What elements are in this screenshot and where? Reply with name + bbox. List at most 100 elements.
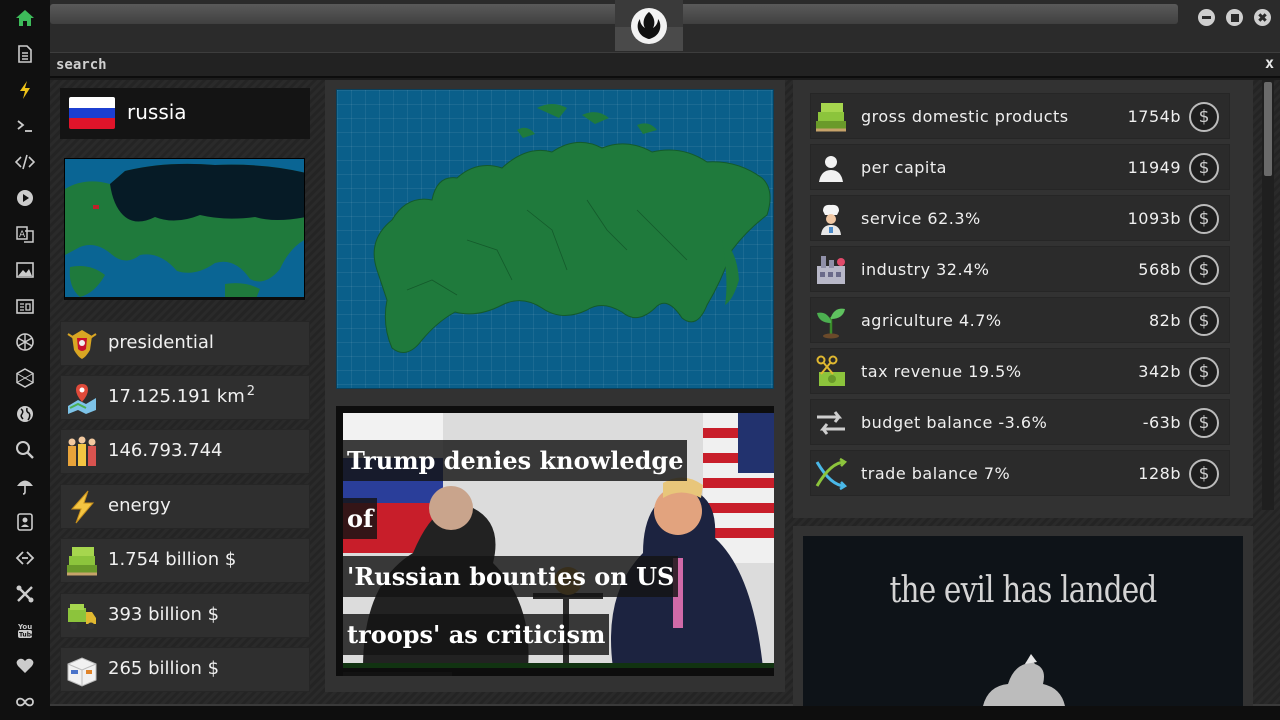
country-stat-label: 1.754 billion $ — [108, 549, 237, 570]
rebel-alliance-icon — [631, 8, 667, 44]
country-stat-row[interactable]: presidential — [60, 321, 310, 366]
economy-scrollbar[interactable] — [1262, 80, 1274, 510]
economy-value: 1754b — [1127, 107, 1181, 126]
youtube-icon[interactable]: You Tube — [13, 618, 37, 642]
dollar-coin-icon[interactable]: $ — [1189, 459, 1219, 489]
news-headline-line-2: 'Russian bounties on US — [343, 556, 679, 597]
link-icon[interactable] — [13, 546, 37, 570]
dollar-coin-icon[interactable]: $ — [1189, 255, 1219, 285]
money-stack-icon — [813, 99, 849, 135]
play-icon[interactable] — [13, 186, 37, 210]
parcel-icon — [64, 652, 100, 688]
economy-value: 1093b — [1127, 209, 1181, 228]
country-stat-row[interactable]: 1.754 billion $ — [60, 538, 310, 583]
economy-value: 11949 — [1127, 158, 1181, 177]
aperture-icon[interactable] — [13, 330, 37, 354]
country-stat-label: presidential — [108, 332, 214, 353]
country-stat-row[interactable]: 146.793.744 — [60, 429, 310, 474]
economy-label: per capita — [861, 158, 947, 177]
minimize-button[interactable] — [1198, 9, 1215, 26]
minimap-graphic — [65, 159, 304, 297]
home-icon[interactable] — [13, 6, 37, 30]
flag-stripe-blue — [69, 107, 115, 119]
economy-value: 128b — [1138, 464, 1181, 483]
search-bar: x — [50, 52, 1280, 78]
svg-text:You: You — [17, 623, 32, 631]
economy-label: service 62.3% — [861, 209, 981, 228]
energy-icon — [64, 489, 100, 525]
umbrella-icon[interactable] — [13, 474, 37, 498]
promo-banner[interactable]: the evil has landed — [803, 536, 1243, 706]
hexagon-icon[interactable] — [13, 366, 37, 390]
scroll-thumb[interactable] — [1264, 82, 1272, 176]
app-logo-tab[interactable] — [615, 0, 683, 51]
flag-stripe-white — [69, 97, 115, 108]
chef-icon — [813, 201, 849, 237]
svg-text:A: A — [19, 230, 26, 240]
economy-label: trade balance 7% — [861, 464, 1011, 483]
economy-row[interactable]: gross domestic products 1754b $ — [810, 93, 1230, 139]
coat-of-arms-icon — [64, 326, 100, 362]
economy-value: 568b — [1138, 260, 1181, 279]
country-stat-row[interactable]: 265 billion $ — [60, 647, 310, 692]
flag-stripe-red — [69, 118, 115, 129]
infinity-icon[interactable] — [13, 690, 37, 714]
search-input[interactable] — [56, 55, 1236, 75]
economy-row[interactable]: agriculture 4.7% 82b $ — [810, 297, 1230, 343]
newspaper-icon[interactable] — [13, 294, 37, 318]
factory-icon — [813, 252, 849, 288]
economy-row[interactable]: per capita 11949 $ — [810, 144, 1230, 190]
money-stack-icon — [64, 543, 100, 579]
money-truck-icon — [64, 598, 100, 634]
country-stat-label: energy — [108, 495, 171, 516]
dollar-coin-icon[interactable]: $ — [1189, 102, 1219, 132]
economy-label: gross domestic products — [861, 107, 1069, 126]
country-name: russia — [127, 100, 187, 124]
balance-arrows-icon — [813, 405, 849, 441]
economy-label: budget balance -3.6% — [861, 413, 1048, 432]
code-icon[interactable] — [13, 150, 37, 174]
russia-map-graphic — [373, 104, 771, 353]
economy-row[interactable]: tax revenue 19.5% 342b $ — [810, 348, 1230, 394]
person-icon — [813, 150, 849, 186]
economy-row[interactable]: budget balance -3.6% -63b $ — [810, 399, 1230, 445]
maximize-button[interactable] — [1226, 9, 1243, 26]
scissors-money-icon — [813, 354, 849, 390]
economy-row[interactable]: industry 32.4% 568b $ — [810, 246, 1230, 292]
news-headline-line-3: troops' as criticism mounts — [343, 614, 610, 676]
svg-text:Tube: Tube — [19, 632, 35, 639]
dollar-coin-icon[interactable]: $ — [1189, 306, 1219, 336]
economy-row[interactable]: service 62.3% 1093b $ — [810, 195, 1230, 241]
country-stat-label: 265 billion $ — [108, 658, 220, 679]
search-close-button[interactable]: x — [1265, 54, 1274, 72]
country-stat-row[interactable]: energy — [60, 484, 310, 529]
news-card[interactable]: Trump denies knowledge of 'Russian bount… — [336, 406, 774, 676]
dollar-coin-icon[interactable]: $ — [1189, 357, 1219, 387]
globe-icon[interactable] — [13, 402, 37, 426]
lightning-icon[interactable] — [13, 78, 37, 102]
image-icon[interactable] — [13, 258, 37, 282]
contact-icon[interactable] — [13, 510, 37, 534]
search-icon[interactable] — [13, 438, 37, 462]
dollar-coin-icon[interactable]: $ — [1189, 204, 1219, 234]
tools-icon[interactable] — [13, 582, 37, 606]
country-stat-row[interactable]: 393 billion $ — [60, 593, 310, 638]
country-stat-row[interactable]: 17.125.191 km 2 — [60, 375, 310, 420]
area-map-icon — [64, 380, 100, 416]
news-headline-line-1: Trump denies knowledge of — [343, 440, 688, 539]
economy-row[interactable]: trade balance 7% 128b $ — [810, 450, 1230, 496]
heart-icon[interactable] — [13, 654, 37, 678]
world-minimap[interactable] — [64, 158, 305, 300]
translate-icon[interactable]: A — [13, 222, 37, 246]
document-icon[interactable] — [13, 42, 37, 66]
economy-label: agriculture 4.7% — [861, 311, 1002, 330]
country-map[interactable] — [336, 89, 774, 389]
dollar-coin-icon[interactable]: $ — [1189, 153, 1219, 183]
drag-region[interactable] — [50, 4, 1178, 24]
dollar-coin-icon[interactable]: $ — [1189, 408, 1219, 438]
news-headline[interactable]: Trump denies knowledge of 'Russian bount… — [343, 432, 703, 676]
terminal-icon[interactable] — [13, 114, 37, 138]
close-window-button[interactable] — [1254, 9, 1271, 26]
country-stat-label: 393 billion $ — [108, 604, 220, 625]
trade-cross-icon — [813, 456, 849, 492]
